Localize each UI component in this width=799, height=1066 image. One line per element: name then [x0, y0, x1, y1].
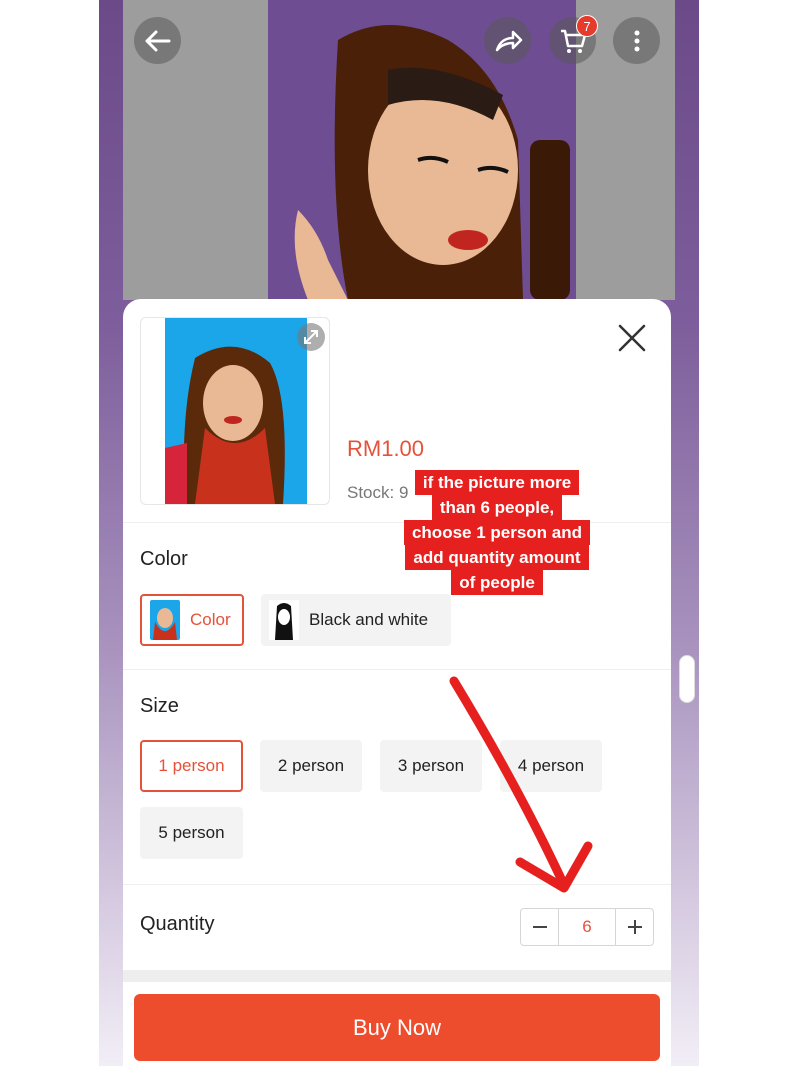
color-option-black-white[interactable]: Black and white [261, 594, 451, 646]
share-button[interactable] [484, 17, 531, 64]
size-option-4-person[interactable]: 4 person [500, 740, 602, 792]
quantity-increase-button[interactable] [616, 909, 653, 945]
footer-separator [123, 970, 671, 982]
quantity-input[interactable]: 6 [558, 909, 616, 945]
color-option-thumbnail [150, 600, 180, 640]
buy-now-button[interactable]: Buy Now [134, 994, 660, 1061]
annotation-line: add quantity amount [405, 545, 589, 570]
color-option-label: Black and white [309, 610, 429, 629]
color-option-thumbnail [269, 600, 299, 640]
close-icon [618, 324, 646, 352]
quantity-decrease-button[interactable] [521, 909, 558, 945]
size-option-label: 4 person [517, 756, 585, 775]
price-label: RM1.00 [347, 436, 425, 461]
size-option-5-person[interactable]: 5 person [140, 807, 243, 859]
annotation-line: if the picture more [414, 470, 580, 495]
color-option-color[interactable]: Color [140, 594, 244, 646]
size-option-label: 3 person [397, 756, 465, 775]
share-icon [495, 30, 522, 51]
size-option-label: 1 person [158, 756, 225, 775]
annotation-line: of people [451, 570, 543, 595]
annotation-note: if the picture more than 6 people, choos… [390, 470, 604, 595]
minus-icon [532, 926, 547, 928]
quantity-stepper: 6 [520, 908, 654, 946]
thumbnail-artwork [165, 318, 307, 504]
close-button[interactable] [615, 321, 649, 355]
more-vertical-icon [634, 30, 639, 51]
color-option-label: Color [190, 610, 231, 629]
cart-button[interactable]: 7 [549, 15, 598, 64]
arrow-left-icon [145, 30, 170, 51]
screen: 7 RM1.00 Stock: 9 Color Color Black and … [0, 0, 799, 1066]
cart-count-badge: 7 [576, 15, 598, 37]
plus-icon [627, 920, 642, 934]
color-section-title: Color [140, 548, 188, 570]
divider [123, 884, 671, 885]
divider [123, 669, 671, 670]
size-option-1-person[interactable]: 1 person [140, 740, 243, 792]
expand-icon[interactable] [297, 323, 325, 351]
size-option-3-person[interactable]: 3 person [380, 740, 482, 792]
size-option-label: 5 person [158, 823, 225, 842]
size-section-title: Size [140, 695, 179, 717]
size-option-2-person[interactable]: 2 person [260, 740, 362, 792]
size-option-label: 2 person [277, 756, 345, 775]
back-button[interactable] [134, 17, 181, 64]
quantity-label: Quantity [140, 913, 215, 935]
annotation-line: choose 1 person and [403, 520, 591, 545]
more-button[interactable] [613, 17, 660, 64]
annotation-line: than 6 people, [431, 495, 563, 520]
scrollbar-thumb[interactable] [679, 655, 695, 703]
variation-thumbnail[interactable] [140, 317, 330, 505]
variation-sheet: RM1.00 Stock: 9 Color Color Black and wh… [123, 299, 671, 1066]
